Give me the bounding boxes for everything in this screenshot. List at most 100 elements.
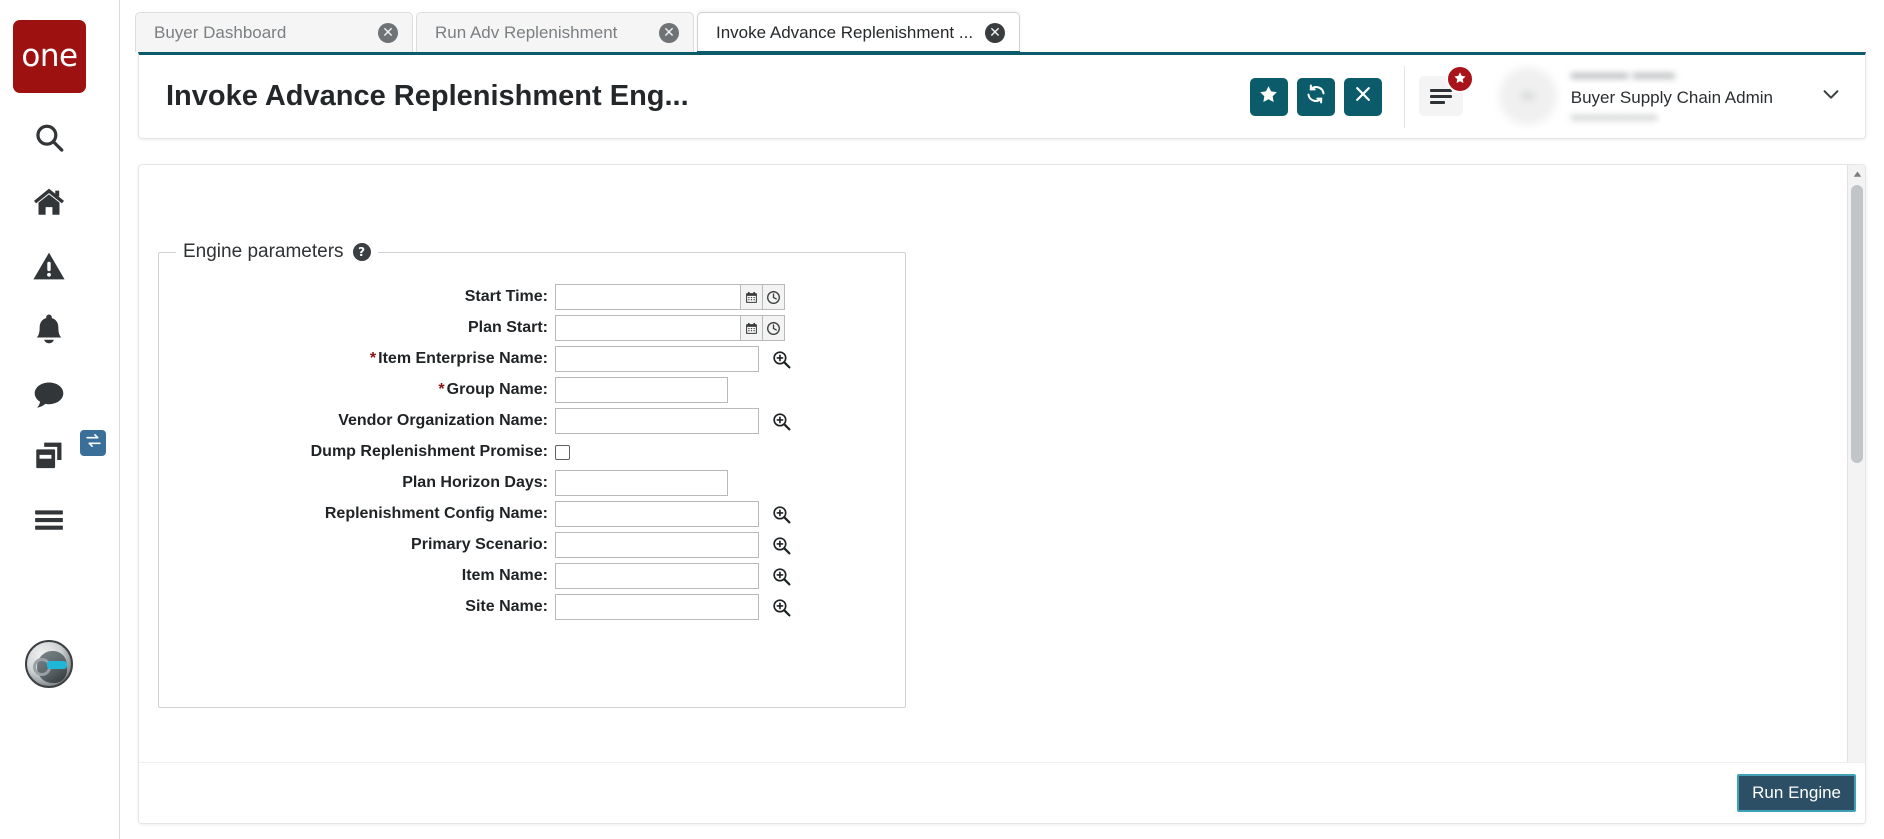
page-header: Invoke Advance Replenishment Eng... [138, 52, 1866, 139]
field-row-vendor-organization-name: Vendor Organization Name: [159, 406, 905, 436]
field-label: Plan Start: [159, 319, 555, 337]
run-engine-button[interactable]: Run Engine [1737, 774, 1856, 812]
user-menu-toggle[interactable] [1811, 79, 1851, 113]
start-time-input[interactable] [555, 284, 741, 310]
user-email: ••••••••••••••••••• [1571, 109, 1773, 126]
tab-label: Run Adv Replenishment [435, 23, 647, 43]
tab-run-adv-replenishment[interactable]: Run Adv Replenishment ✕ [416, 12, 694, 52]
search-plus-icon[interactable] [768, 408, 794, 434]
primary-scenario-input[interactable] [555, 532, 759, 558]
search-plus-icon[interactable] [768, 501, 794, 527]
avatar[interactable]: •• [1499, 67, 1557, 125]
hamburger-icon [32, 503, 66, 537]
search-icon [32, 121, 66, 155]
field-row-replenishment-config-name: Replenishment Config Name: [159, 499, 905, 529]
field-label: Start Time: [159, 288, 555, 306]
replenishment-config-name-input[interactable] [555, 501, 759, 527]
windows-icon [32, 439, 66, 473]
chevron-down-icon [1820, 83, 1842, 110]
content-panel: Engine parameters ? Start Time: [138, 164, 1866, 824]
user-info: ••••••••••• •••••••• Buyer Supply Chain … [1571, 67, 1773, 126]
left-sidebar: one [0, 0, 120, 839]
close-circle-icon[interactable]: ✕ [985, 23, 1005, 43]
chat-icon [32, 378, 66, 412]
warning-icon [32, 249, 66, 283]
field-row-group-name: *Group Name: [159, 375, 905, 405]
page-title: Invoke Advance Replenishment Eng... [166, 80, 689, 113]
field-label: *Group Name: [159, 381, 555, 399]
required-marker: * [370, 350, 376, 367]
tab-buyer-dashboard[interactable]: Buyer Dashboard ✕ [135, 12, 413, 52]
logo-text: one [21, 41, 77, 72]
favorite-button[interactable] [1250, 78, 1288, 116]
robot-visor-decor [47, 661, 67, 669]
field-label: Item Name: [159, 567, 555, 585]
caret-up-icon[interactable] [1848, 165, 1866, 183]
vendor-organization-name-input[interactable] [555, 408, 759, 434]
legend-text: Engine parameters [183, 241, 344, 263]
user-region: •• ••••••••••• •••••••• Buyer Supply Cha… [1405, 67, 1865, 126]
help-circle-icon[interactable]: ? [353, 243, 371, 261]
dump-replenishment-promise-checkbox[interactable] [555, 445, 570, 460]
content-scroll-region: Engine parameters ? Start Time: [139, 165, 1847, 762]
calendar-icon[interactable] [740, 315, 763, 341]
field-row-plan-horizon-days: Plan Horizon Days: [159, 468, 905, 498]
tab-label: Buyer Dashboard [154, 23, 366, 43]
field-label: *Item Enterprise Name: [159, 350, 555, 368]
tab-invoke-advance-replenishment[interactable]: Invoke Advance Replenishment ... ✕ [697, 12, 1020, 52]
header-menu-button[interactable] [1419, 76, 1463, 116]
header-action-buttons [1250, 78, 1404, 116]
item-name-input[interactable] [555, 563, 759, 589]
required-marker: * [438, 381, 444, 398]
refresh-button[interactable] [1297, 78, 1335, 116]
search-plus-icon[interactable] [768, 563, 794, 589]
close-circle-icon[interactable]: ✕ [378, 23, 398, 43]
sidebar-item-notifications[interactable] [0, 309, 97, 349]
tab-label: Invoke Advance Replenishment ... [716, 23, 973, 43]
avatar-initials: •• [1521, 86, 1534, 107]
hamburger-icon [1430, 86, 1452, 107]
search-plus-icon[interactable] [768, 594, 794, 620]
menu-star-badge [1446, 65, 1474, 93]
field-label: Primary Scenario: [159, 536, 555, 554]
field-label: Vendor Organization Name: [159, 412, 555, 430]
field-row-dump-replenishment-promise: Dump Replenishment Promise: [159, 437, 905, 467]
clock-icon[interactable] [762, 315, 785, 341]
site-name-input[interactable] [555, 594, 759, 620]
plan-horizon-days-input[interactable] [555, 470, 728, 496]
one-logo[interactable]: one [13, 20, 86, 93]
clock-icon[interactable] [762, 284, 785, 310]
search-plus-icon[interactable] [768, 346, 794, 372]
scrollbar-thumb[interactable] [1851, 185, 1863, 463]
sidebar-item-home[interactable] [0, 182, 97, 222]
close-circle-icon[interactable]: ✕ [659, 23, 679, 43]
sidebar-item-alerts[interactable] [0, 246, 97, 286]
form-rows: Start Time: [159, 263, 905, 622]
assistant-avatar[interactable] [25, 640, 73, 688]
group-name-input[interactable] [555, 377, 728, 403]
x-icon [1353, 84, 1373, 109]
calendar-icon[interactable] [740, 284, 763, 310]
star-icon [1258, 84, 1279, 110]
main-area: Buyer Dashboard ✕ Run Adv Replenishment … [120, 0, 1884, 839]
search-plus-icon[interactable] [768, 532, 794, 558]
close-button[interactable] [1344, 78, 1382, 116]
field-row-start-time: Start Time: [159, 282, 905, 312]
field-row-item-enterprise-name: *Item Enterprise Name: [159, 344, 905, 374]
field-label: Site Name: [159, 598, 555, 616]
sidebar-item-messages[interactable] [0, 375, 97, 415]
plan-start-input[interactable] [555, 315, 741, 341]
field-label: Dump Replenishment Promise: [159, 443, 555, 461]
application-window: one [0, 0, 1884, 839]
field-row-item-name: Item Name: [159, 561, 905, 591]
bell-icon [32, 312, 66, 346]
item-enterprise-name-input[interactable] [555, 346, 759, 372]
field-row-primary-scenario: Primary Scenario: [159, 530, 905, 560]
sidebar-item-search[interactable] [0, 118, 97, 158]
user-name: ••••••••••• •••••••• [1571, 67, 1773, 87]
sidebar-swap-badge[interactable] [80, 430, 106, 456]
sidebar-item-menu[interactable] [0, 500, 97, 540]
content-vertical-scrollbar[interactable] [1847, 165, 1865, 823]
field-label: Plan Horizon Days: [159, 474, 555, 492]
field-label-text: Group Name: [447, 381, 548, 398]
